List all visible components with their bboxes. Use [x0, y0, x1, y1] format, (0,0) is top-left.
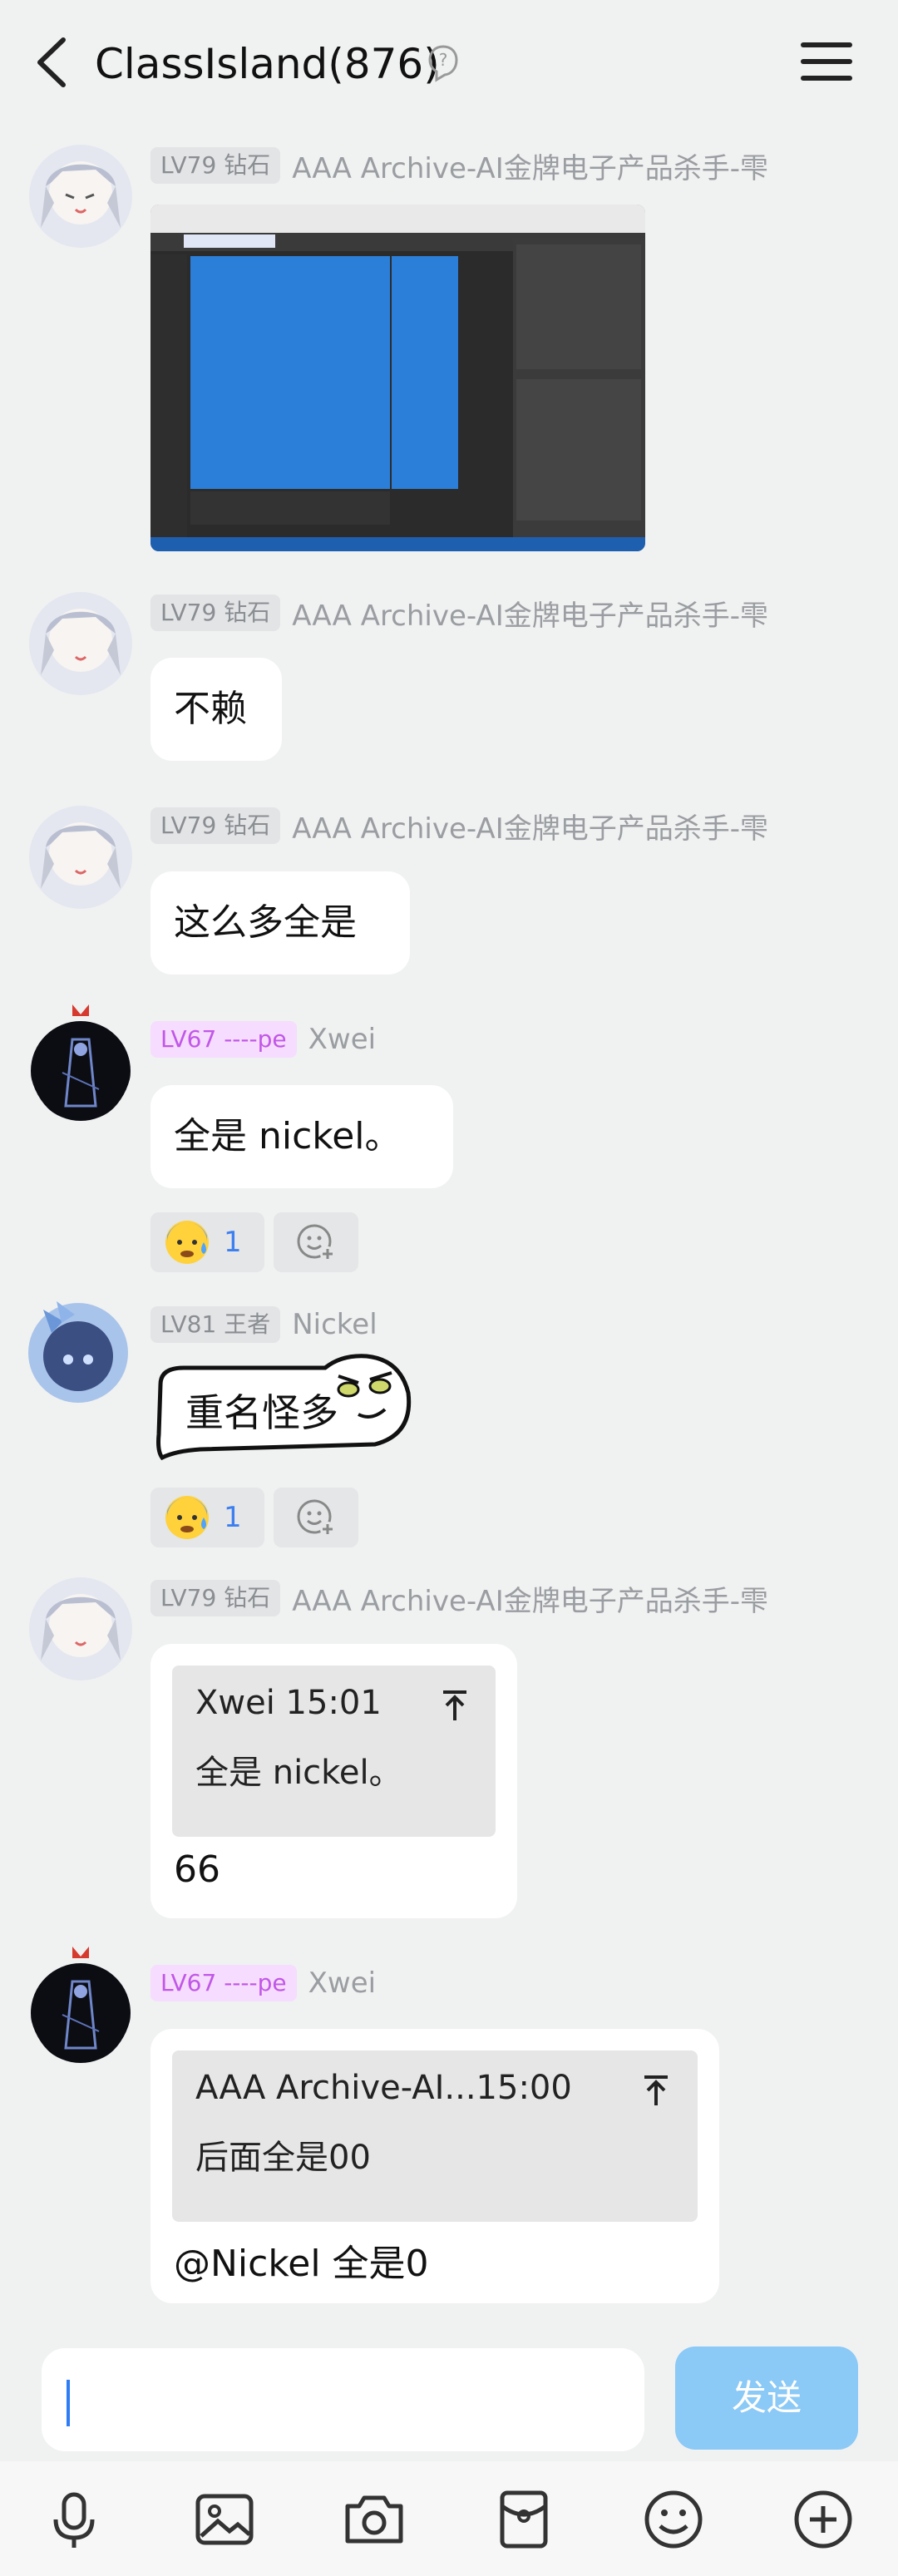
sender-meta: LV67 ----pe Xwei	[150, 1020, 376, 1059]
message-text: 不赖	[174, 688, 247, 730]
anxious-sweat-emoji-icon	[165, 1221, 209, 1264]
level-badge: LV79 钻石	[150, 147, 281, 184]
message-input[interactable]	[42, 2348, 644, 2451]
sender-name[interactable]: AAA Archive-AI金牌电子产品杀手-雫	[292, 806, 768, 846]
level-badge: LV79 钻石	[150, 1580, 281, 1616]
chat-header: ClassIsland(876) ?	[0, 0, 898, 125]
message-bubble[interactable]: Xwei 15:01 全是 nickel。 66	[150, 1644, 517, 1918]
add-reaction-icon	[297, 1224, 335, 1261]
message-bubble[interactable]: 这么多全是	[150, 871, 410, 975]
red-packet-icon[interactable]	[491, 2486, 557, 2553]
menu-icon[interactable]	[798, 37, 855, 86]
sender-meta: LV81 王者 Nickel	[150, 1305, 377, 1344]
message-image[interactable]	[150, 205, 645, 551]
sender-name[interactable]: Xwei	[308, 1023, 376, 1056]
sender-meta: LV67 ----pe Xwei	[150, 1964, 376, 2002]
emoji-icon[interactable]	[640, 2486, 707, 2553]
sender-name[interactable]: AAA Archive-AI金牌电子产品杀手-雫	[292, 593, 768, 634]
sender-name[interactable]: Xwei	[308, 1967, 376, 2000]
sender-name[interactable]: Nickel	[292, 1308, 377, 1341]
text-caret	[67, 2380, 70, 2426]
jump-to-original-icon[interactable]	[639, 2070, 673, 2110]
reaction-count: 1	[224, 1501, 242, 1534]
reaction-chip[interactable]: 1	[150, 1212, 264, 1272]
add-icon[interactable]	[790, 2486, 856, 2553]
bottom-toolbar	[0, 2461, 898, 2576]
level-badge: LV67 ----pe	[150, 1021, 297, 1058]
sender-meta: LV79 钻石 AAA Archive-AI金牌电子产品杀手-雫	[150, 1578, 768, 1619]
avatar[interactable]	[29, 1577, 132, 1680]
sticker-text: 重名怪多	[185, 1390, 338, 1435]
level-badge: LV81 王者	[150, 1306, 281, 1343]
avatar[interactable]	[29, 806, 132, 909]
reaction-count: 1	[224, 1226, 242, 1259]
jump-to-original-icon[interactable]	[438, 1685, 471, 1725]
add-reaction-button[interactable]	[274, 1488, 358, 1547]
sender-meta: LV79 钻石 AAA Archive-AI金牌电子产品杀手-雫	[150, 593, 768, 634]
input-bar: 发送	[0, 2328, 898, 2461]
level-badge: LV67 ----pe	[150, 1965, 297, 2001]
quote-text: 后面全是00	[195, 2139, 371, 2177]
sender-name[interactable]: AAA Archive-AI金牌电子产品杀手-雫	[292, 1578, 768, 1619]
level-badge: LV79 钻石	[150, 807, 281, 844]
chat-title: ClassIsland(876)	[95, 40, 440, 88]
back-icon[interactable]	[28, 33, 78, 91]
sticker-message[interactable]: 重名怪多	[150, 1351, 413, 1472]
anxious-sweat-emoji-icon	[165, 1496, 209, 1539]
avatar[interactable]	[18, 1285, 135, 1409]
message-text: 全是 nickel。	[174, 1115, 402, 1157]
help-icon[interactable]: ?	[427, 43, 460, 85]
message-bubble[interactable]: 全是 nickel。	[150, 1085, 453, 1188]
message-text: 这么多全是	[174, 901, 357, 944]
avatar[interactable]	[29, 145, 132, 248]
message-text: 66	[174, 1848, 220, 1891]
image-icon[interactable]	[191, 2486, 258, 2553]
quoted-message[interactable]: AAA Archive-AI...15:00 后面全是00	[172, 2050, 698, 2222]
quoted-message[interactable]: Xwei 15:01 全是 nickel。	[172, 1666, 496, 1837]
avatar[interactable]	[29, 998, 132, 1123]
sender-name[interactable]: AAA Archive-AI金牌电子产品杀手-雫	[292, 146, 768, 186]
reaction-chip[interactable]: 1	[150, 1488, 264, 1547]
level-badge: LV79 钻石	[150, 595, 281, 631]
message-bubble[interactable]: 不赖	[150, 658, 282, 761]
svg-text:?: ?	[439, 50, 448, 70]
microphone-icon[interactable]	[41, 2486, 107, 2553]
message-text: @Nickel 全是0	[174, 2243, 429, 2285]
sender-meta: LV79 钻石 AAA Archive-AI金牌电子产品杀手-雫	[150, 146, 768, 185]
add-reaction-icon	[297, 1499, 335, 1537]
quote-header: AAA Archive-AI...15:00	[195, 2069, 572, 2107]
camera-icon[interactable]	[341, 2486, 407, 2553]
send-button[interactable]: 发送	[675, 2347, 858, 2450]
quote-header: Xwei 15:01	[195, 1684, 382, 1722]
sender-meta: LV79 钻石 AAA Archive-AI金牌电子产品杀手-雫	[150, 806, 768, 846]
message-bubble[interactable]: AAA Archive-AI...15:00 后面全是00 @Nickel 全是…	[150, 2029, 719, 2303]
quote-text: 全是 nickel。	[195, 1754, 402, 1792]
avatar[interactable]	[29, 1940, 132, 2065]
avatar[interactable]	[29, 592, 132, 695]
add-reaction-button[interactable]	[274, 1212, 358, 1272]
